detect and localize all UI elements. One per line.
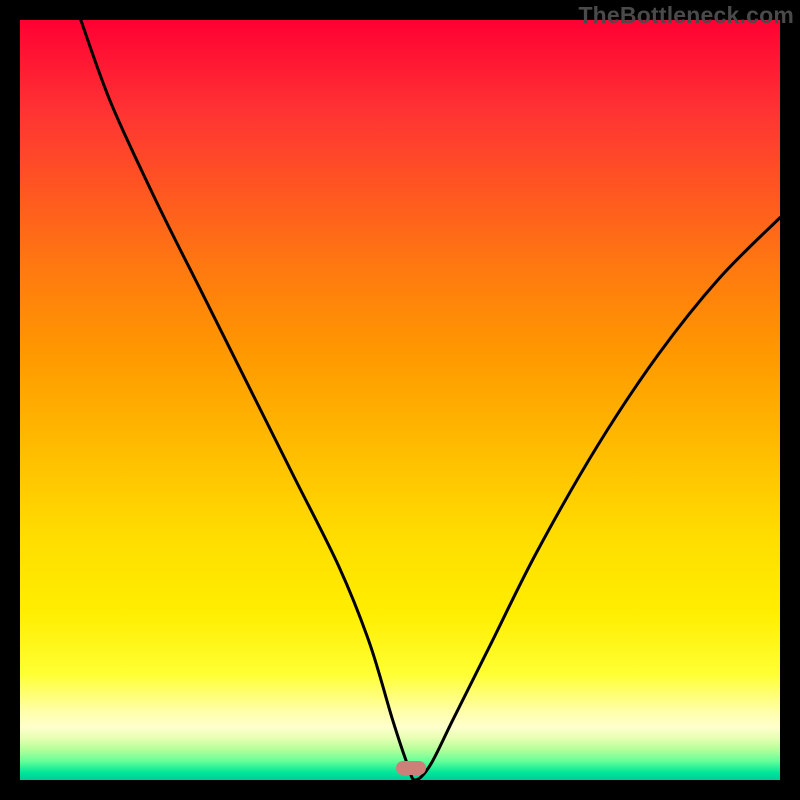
- watermark-text: TheBottleneck.com: [578, 2, 794, 29]
- optimal-point-marker: [396, 761, 426, 775]
- chart-frame: TheBottleneck.com: [0, 0, 800, 800]
- curve-svg: [20, 20, 780, 780]
- plot-area: [20, 20, 780, 780]
- bottleneck-curve: [81, 20, 780, 780]
